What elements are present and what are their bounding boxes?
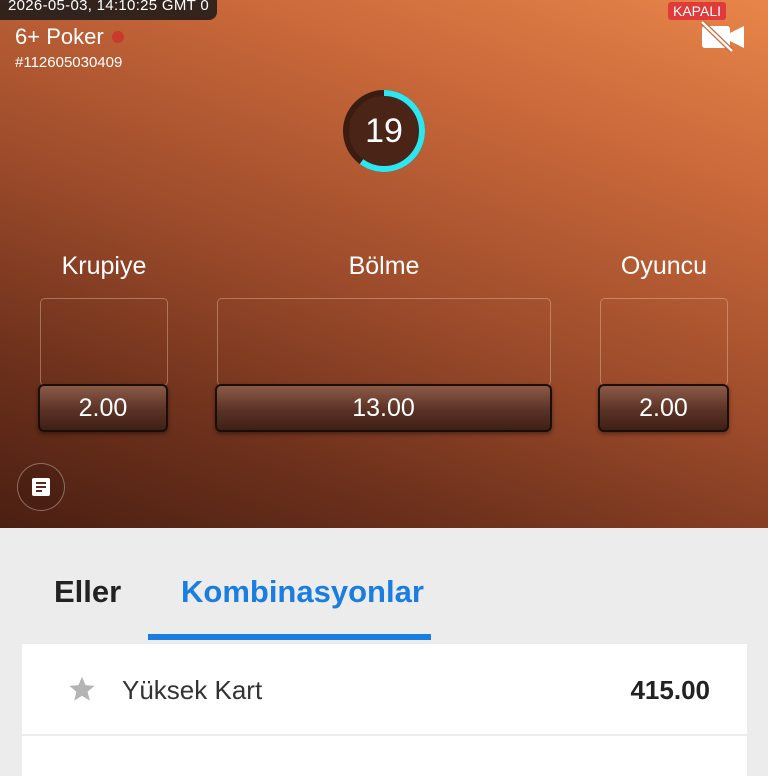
bet-area-krupiye[interactable] xyxy=(40,298,168,386)
bet-label-krupiye: Krupiye xyxy=(61,252,147,280)
document-icon xyxy=(32,478,50,496)
history-button[interactable] xyxy=(17,463,65,511)
timer-value: 19 xyxy=(365,111,403,150)
bet-area-oyuncu[interactable] xyxy=(600,298,728,386)
list-item[interactable]: Yüksek Kart 415.00 xyxy=(22,644,747,734)
bet-area-bolme[interactable] xyxy=(217,298,551,386)
list-item[interactable] xyxy=(22,736,747,776)
game-area: 2026-05-03, 14:10:25 GMT 0 6+ Poker #112… xyxy=(0,0,768,528)
bet-label-oyuncu: Oyuncu xyxy=(620,252,708,280)
star-icon[interactable] xyxy=(68,675,96,703)
bet-button-krupiye[interactable]: 2.00 xyxy=(38,384,168,432)
tab-kombinasyonlar[interactable]: Kombinasyonlar xyxy=(181,574,424,610)
combination-payout: 415.00 xyxy=(630,675,710,705)
tab-eller[interactable]: Eller xyxy=(54,574,121,610)
combination-list: Yüksek Kart 415.00 xyxy=(22,644,747,776)
bet-button-oyuncu[interactable]: 2.00 xyxy=(598,384,729,432)
bet-label-bolme: Bölme xyxy=(348,252,420,280)
round-id: #112605030409 xyxy=(15,54,123,71)
live-indicator-icon xyxy=(111,31,124,43)
timestamp: 2026-05-03, 14:10:25 GMT 0 xyxy=(0,0,217,20)
tab-bar: Eller Kombinasyonlar xyxy=(0,528,768,644)
bet-button-bolme[interactable]: 13.00 xyxy=(215,384,552,432)
game-title-text: 6+ Poker xyxy=(15,24,104,49)
game-title: 6+ Poker xyxy=(15,24,124,50)
combination-name: Yüksek Kart xyxy=(122,675,263,705)
camera-off-icon[interactable] xyxy=(698,18,748,54)
active-tab-indicator xyxy=(148,634,431,640)
